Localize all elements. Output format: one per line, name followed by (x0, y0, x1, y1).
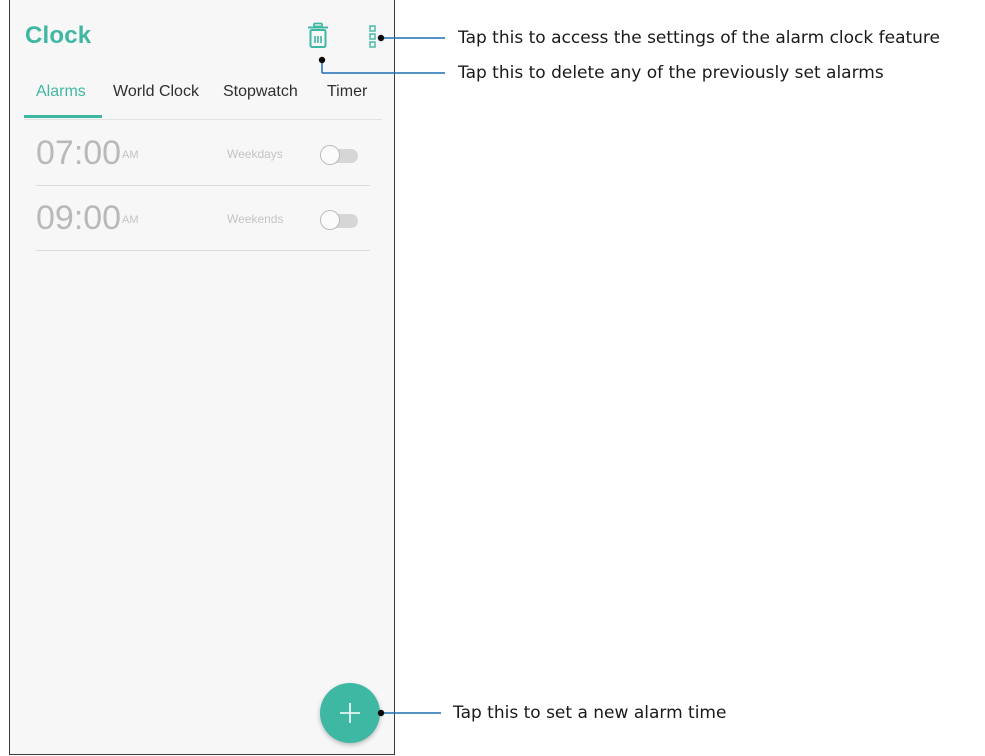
trash-icon (308, 22, 328, 48)
add-alarm-button[interactable] (320, 683, 380, 743)
more-options-button[interactable] (366, 24, 380, 50)
alarm-repeat: Weekdays (227, 147, 283, 161)
delete-callout: Tap this to delete any of the previously… (458, 63, 884, 83)
alarm-time: 09:00 (36, 199, 122, 237)
active-tab-indicator (24, 115, 102, 118)
tab-stopwatch[interactable]: Stopwatch (223, 83, 298, 101)
settings-callout: Tap this to access the settings of the a… (458, 28, 941, 48)
new-alarm-callout: Tap this to set a new alarm time (453, 703, 727, 723)
tab-timer[interactable]: Timer (327, 83, 367, 101)
alarm-repeat: Weekends (227, 212, 284, 226)
alarm-time: 07:00 (36, 134, 122, 172)
clock-app-screen: Clock Alarms World Clock Stopwatch Timer… (9, 0, 395, 755)
plus-icon (340, 703, 360, 723)
app-title: Clock (25, 22, 92, 49)
toggle-thumb (320, 145, 340, 165)
alarm-toggle[interactable] (320, 210, 358, 230)
alarm-ampm: AM (122, 214, 139, 226)
annotated-screenshot: Clock Alarms World Clock Stopwatch Timer… (0, 0, 985, 756)
toggle-thumb (320, 210, 340, 230)
alarm-row[interactable]: 09:00 AM Weekends (36, 185, 370, 251)
alarm-ampm: AM (122, 149, 139, 161)
alarm-toggle[interactable] (320, 145, 358, 165)
more-vert-icon (369, 25, 376, 48)
delete-alarms-button[interactable] (306, 22, 330, 50)
alarm-row[interactable]: 07:00 AM Weekdays (36, 120, 370, 186)
tab-bar: Alarms World Clock Stopwatch Timer (24, 75, 382, 120)
tab-alarms[interactable]: Alarms (36, 83, 86, 101)
tab-world-clock[interactable]: World Clock (113, 83, 199, 101)
